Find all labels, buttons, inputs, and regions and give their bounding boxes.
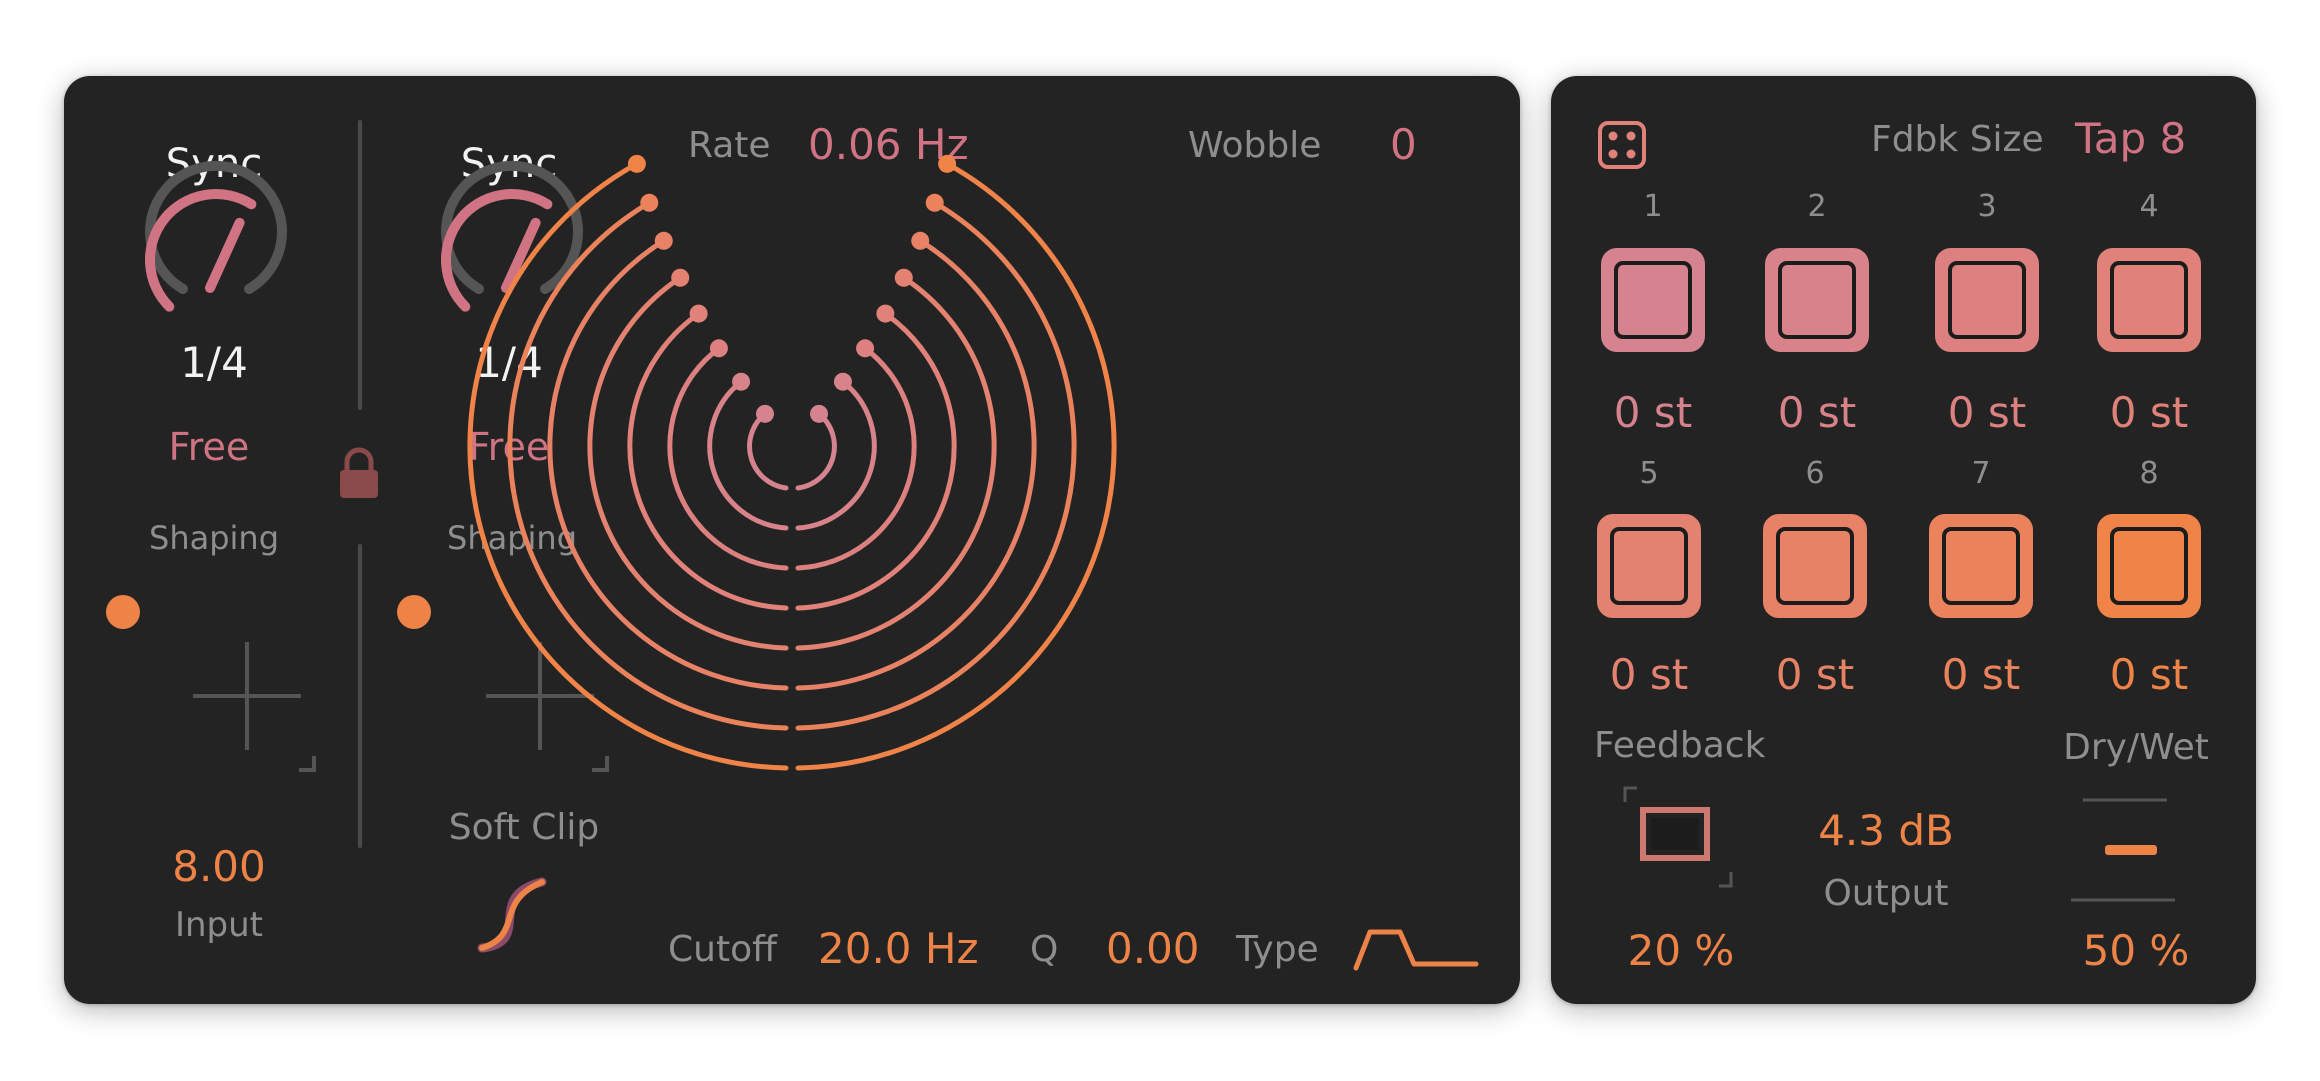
tap-pad-1[interactable] (1601, 248, 1705, 352)
tap-number: 5 (1639, 456, 1659, 491)
feedback-value[interactable]: 20 % (1611, 930, 1751, 972)
tap-arc-3-right (795, 345, 917, 571)
tap-arc-handle-7-left[interactable] (640, 193, 659, 212)
tap-pad-inner (2110, 261, 2188, 339)
feedback-control[interactable] (1621, 784, 1741, 894)
tap-arc-handle-3-right[interactable] (856, 339, 875, 358)
output-label: Output (1823, 873, 1949, 914)
tap-arc-handle-5-right[interactable] (894, 268, 913, 287)
fdbk-size-value[interactable]: Tap 8 (2075, 118, 2186, 160)
tap-pitch-value[interactable]: 0 st (1755, 392, 1879, 434)
output-value[interactable]: 4.3 dB (1801, 810, 1971, 852)
feedback-label: Feedback (1594, 725, 1766, 766)
tap-arc-handle-2-left[interactable] (732, 372, 751, 391)
type-label: Type (1236, 929, 1319, 970)
tap-pitch-value[interactable]: 0 st (2087, 392, 2211, 434)
tap-arc-handle-6-left[interactable] (654, 231, 673, 250)
tap-arc-handle-1-left[interactable] (756, 404, 775, 423)
tap-pad-inner (1948, 261, 2026, 339)
tap-pitch-value[interactable]: 0 st (1587, 654, 1711, 696)
tap-arc-3-left (667, 345, 789, 571)
tap-number: 4 (2139, 189, 2159, 224)
dice-icon[interactable] (1597, 120, 1647, 170)
tap-pitch-value[interactable]: 0 st (1925, 392, 2049, 434)
q-value[interactable]: 0.00 (1106, 928, 1200, 970)
tap-pad-7[interactable] (1929, 514, 2033, 618)
tap-pad-inner (1610, 527, 1688, 605)
tap-pitch-value[interactable]: 0 st (1591, 392, 1715, 434)
tap-pitch-value[interactable]: 0 st (1753, 654, 1877, 696)
delay-taps-visualization (467, 154, 1117, 771)
tap-arc-handle-3-left[interactable] (709, 339, 728, 358)
cutoff-value[interactable]: 20.0 Hz (818, 928, 979, 970)
tap-pad-inner (1614, 261, 1692, 339)
tap-arc-handle-7-right[interactable] (925, 193, 944, 212)
tap-pad-2[interactable] (1765, 248, 1869, 352)
tap-arc-1-right (795, 411, 837, 491)
tap-arc-handle-4-left[interactable] (689, 304, 708, 323)
lfo-filter-panel: Sync 1/4 Free Shaping 8.00 Input Sync 1/… (64, 76, 1520, 1004)
tap-arc-6-right (795, 238, 1037, 691)
tap-pitch-value[interactable]: 0 st (2087, 654, 2211, 696)
tap-pad-4[interactable] (2097, 248, 2201, 352)
tap-arc-handle-2-right[interactable] (833, 372, 852, 391)
tap-pad-inner (1942, 527, 2020, 605)
tap-number: 8 (2139, 456, 2159, 491)
tap-number: 3 (1977, 189, 1997, 224)
tap-pad-6[interactable] (1763, 514, 1867, 618)
dry-wet-label: Dry/Wet (2063, 727, 2209, 768)
tap-pad-inner (2110, 527, 2188, 605)
tap-pitch-value[interactable]: 0 st (1919, 654, 2043, 696)
tap-arc-handle-8-left[interactable] (627, 154, 646, 173)
tap-arc-1-left (747, 411, 789, 491)
q-label: Q (1030, 929, 1059, 970)
tap-arc-5-left (587, 275, 789, 651)
dry-wet-slider[interactable] (2069, 796, 2209, 906)
dry-wet-thumb (2105, 845, 2157, 855)
dry-wet-value[interactable]: 50 % (2046, 930, 2226, 972)
tap-arc-6-left (547, 238, 789, 691)
tap-arc-handle-5-left[interactable] (671, 268, 690, 287)
tap-arc-handle-6-right[interactable] (911, 231, 930, 250)
cutoff-label: Cutoff (668, 929, 777, 970)
tap-arc-handle-1-right[interactable] (809, 404, 828, 423)
delay-taps-panel: Fdbk Size Tap 8 1 0 st 2 0 st 3 0 st 4 0 st 5 0 s… (1551, 76, 2256, 1004)
tap-arc-handle-4-right[interactable] (876, 304, 895, 323)
tap-number: 6 (1805, 456, 1825, 491)
tap-pad-5[interactable] (1597, 514, 1701, 618)
tap-arc-5-right (795, 275, 997, 651)
tap-number: 1 (1643, 189, 1663, 224)
tap-pad-3[interactable] (1935, 248, 2039, 352)
tap-pad-inner (1778, 261, 1856, 339)
tap-pad-inner (1776, 527, 1854, 605)
tap-pad-8[interactable] (2097, 514, 2201, 618)
fdbk-size-label: Fdbk Size (1871, 119, 2044, 160)
bandpass-filter-icon[interactable] (1352, 924, 1482, 974)
tap-number: 7 (1971, 456, 1991, 491)
tap-arc-handle-8-right[interactable] (938, 154, 957, 173)
tap-number: 2 (1807, 189, 1827, 224)
